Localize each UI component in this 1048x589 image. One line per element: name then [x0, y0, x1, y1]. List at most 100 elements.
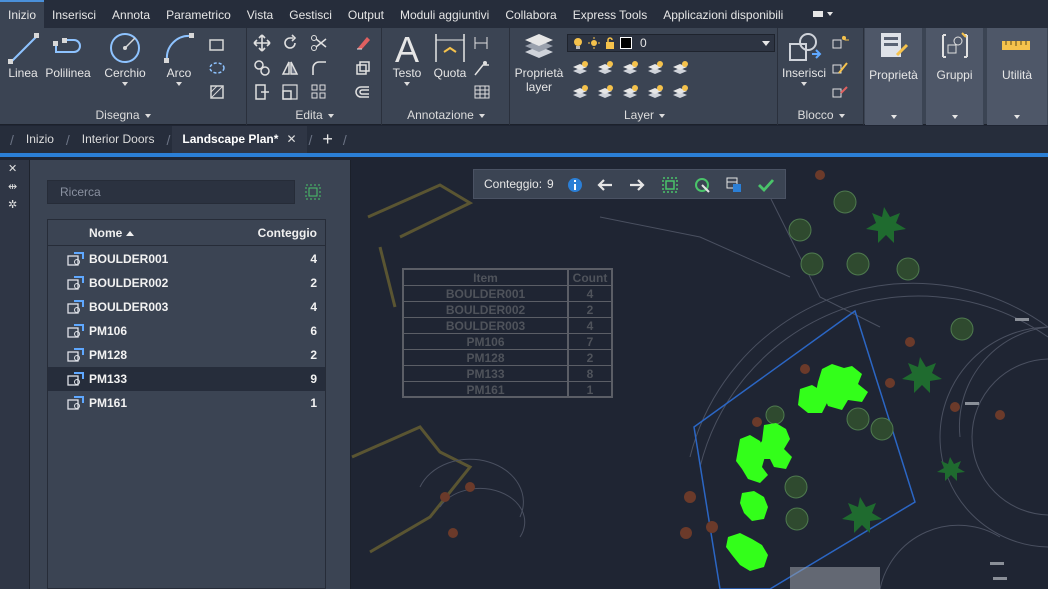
row-name: PM161: [89, 396, 128, 410]
search-input[interactable]: Ricerca: [47, 180, 295, 204]
leader-icon[interactable]: [473, 59, 491, 77]
block-icon: [67, 372, 84, 386]
info-icon[interactable]: [566, 176, 584, 194]
zoom-extents-icon[interactable]: [661, 176, 679, 194]
table-row[interactable]: PM106 6: [48, 319, 325, 343]
column-header-name[interactable]: Nome: [89, 226, 135, 240]
tab-collabora[interactable]: Collabora: [497, 0, 564, 28]
tab-vista[interactable]: Vista: [239, 0, 281, 28]
layer-previous-icon[interactable]: [596, 84, 614, 102]
testo-button[interactable]: A Testo: [389, 30, 425, 86]
tab-moduli-aggiuntivi[interactable]: Moduli aggiuntivi: [392, 0, 497, 28]
layer-unisolate-icon[interactable]: [621, 84, 639, 102]
polilinea-button[interactable]: Polilinea: [44, 30, 92, 80]
arco-button[interactable]: Arco: [158, 30, 200, 86]
rectangle-icon[interactable]: [208, 36, 226, 54]
table-row[interactable]: BOULDER003 4: [48, 295, 325, 319]
inserisci-button[interactable]: Inserisci: [781, 30, 827, 86]
layer-color-swatch: [620, 37, 632, 49]
tab-inserisci[interactable]: Inserisci: [44, 0, 104, 28]
sort-ascending-icon: [126, 231, 135, 237]
auto-hide-icon[interactable]: ⇹: [8, 180, 17, 193]
panel-annotazione-title[interactable]: Annotazione: [383, 108, 509, 122]
tab-express-tools[interactable]: Express Tools: [565, 0, 655, 28]
quota-button[interactable]: Quota: [431, 30, 469, 80]
table-row[interactable]: BOULDER001 4: [48, 247, 325, 271]
move-icon[interactable]: [253, 34, 271, 52]
tab-applicazioni-disponibili[interactable]: Applicazioni disponibili: [655, 0, 791, 28]
cerchio-button[interactable]: Cerchio: [102, 30, 148, 86]
tab-output[interactable]: Output: [340, 0, 392, 28]
layer-make-current-icon[interactable]: [671, 60, 689, 78]
layer-off-icon[interactable]: [571, 60, 589, 78]
layer-lock-icon[interactable]: [646, 60, 664, 78]
arrow-left-icon[interactable]: [596, 176, 614, 194]
tab-inizio[interactable]: Inizio: [0, 0, 45, 28]
hatch-icon[interactable]: [208, 59, 226, 77]
tab-annota[interactable]: Annota: [104, 0, 158, 28]
edit-block-icon[interactable]: [831, 59, 849, 77]
file-tab-inizio[interactable]: Inizio: [16, 126, 64, 153]
linea-button[interactable]: Linea: [4, 30, 42, 80]
proprieta-layer-button[interactable]: Proprietà layer: [513, 30, 565, 94]
row-name: PM133: [89, 372, 128, 386]
mirror-icon[interactable]: [281, 59, 299, 77]
insert-table-icon[interactable]: [725, 176, 743, 194]
utilita-panel-button[interactable]: Utilità: [987, 28, 1048, 125]
drawing-table-count: 1: [567, 382, 611, 398]
panel-blocco-title[interactable]: Blocco: [779, 108, 863, 122]
rotate-icon[interactable]: [281, 34, 299, 52]
panel-layer-title[interactable]: Layer: [511, 108, 778, 122]
palette-title-strip: ✕ ⇹ ✲: [0, 160, 30, 589]
array-icon[interactable]: [310, 83, 328, 101]
gruppi-panel-button[interactable]: Gruppi: [926, 28, 984, 125]
layer-dropdown[interactable]: 0: [567, 34, 775, 52]
column-header-count[interactable]: Conteggio: [258, 226, 317, 240]
offset-icon[interactable]: [354, 83, 372, 101]
file-tab-interior-doors[interactable]: Interior Doors: [72, 126, 165, 153]
stretch-icon[interactable]: [253, 83, 271, 101]
ribbon-display-options-button[interactable]: [813, 9, 834, 19]
table-row[interactable]: BOULDER002 2: [48, 271, 325, 295]
arrow-right-icon[interactable]: [628, 176, 646, 194]
polilinea-label: Polilinea: [45, 66, 91, 80]
panel-annotazione: A Testo Quota Annotazione: [383, 28, 510, 125]
table-row[interactable]: PM161 1: [48, 391, 325, 415]
row-count: 2: [310, 276, 317, 290]
table-icon[interactable]: [473, 83, 491, 101]
close-icon[interactable]: ✕: [8, 162, 17, 175]
layer-isolate-icon[interactable]: [596, 60, 614, 78]
close-icon[interactable]: ✕: [286, 132, 296, 146]
create-block-icon[interactable]: [831, 34, 849, 52]
linear-dimension-icon[interactable]: [473, 34, 491, 52]
edit-attributes-icon[interactable]: [831, 83, 849, 101]
panel-edita-title[interactable]: Edita: [248, 108, 381, 122]
table-row[interactable]: PM128 2: [48, 343, 325, 367]
new-tab-button[interactable]: +: [314, 129, 341, 150]
scale-icon[interactable]: [281, 83, 299, 101]
layer-thaw-icon[interactable]: [646, 84, 664, 102]
tab-parametrico[interactable]: Parametrico: [158, 0, 239, 28]
svg-text:A: A: [395, 30, 419, 66]
gradient-icon[interactable]: [208, 83, 226, 101]
gear-icon[interactable]: ✲: [8, 198, 17, 211]
chevron-down-icon: [404, 82, 410, 86]
copy-icon[interactable]: [253, 59, 271, 77]
panel-disegna-title[interactable]: Disegna: [0, 108, 246, 122]
fillet-icon[interactable]: [310, 59, 328, 77]
replace-block-icon[interactable]: [693, 176, 711, 194]
layer-freeze-icon[interactable]: [621, 60, 639, 78]
layer-match-icon[interactable]: [571, 84, 589, 102]
file-tab-landscape-plan[interactable]: Landscape Plan* ✕: [172, 126, 307, 153]
proprieta-panel-button[interactable]: Proprietà: [865, 28, 923, 125]
table-row[interactable]: PM133 9: [48, 367, 325, 391]
explode-icon[interactable]: [354, 59, 372, 77]
select-area-icon[interactable]: [305, 184, 321, 200]
erase-icon[interactable]: [354, 34, 372, 52]
checkmark-icon[interactable]: [757, 176, 775, 194]
tab-gestisci[interactable]: Gestisci: [281, 0, 340, 28]
layer-unlock-icon[interactable]: [671, 84, 689, 102]
trim-icon[interactable]: [310, 34, 328, 52]
drawing-count-table[interactable]: Item Count BOULDER001 4 BOULDER002 2 BOULD…: [402, 268, 613, 398]
layer-properties-icon: [525, 34, 553, 58]
